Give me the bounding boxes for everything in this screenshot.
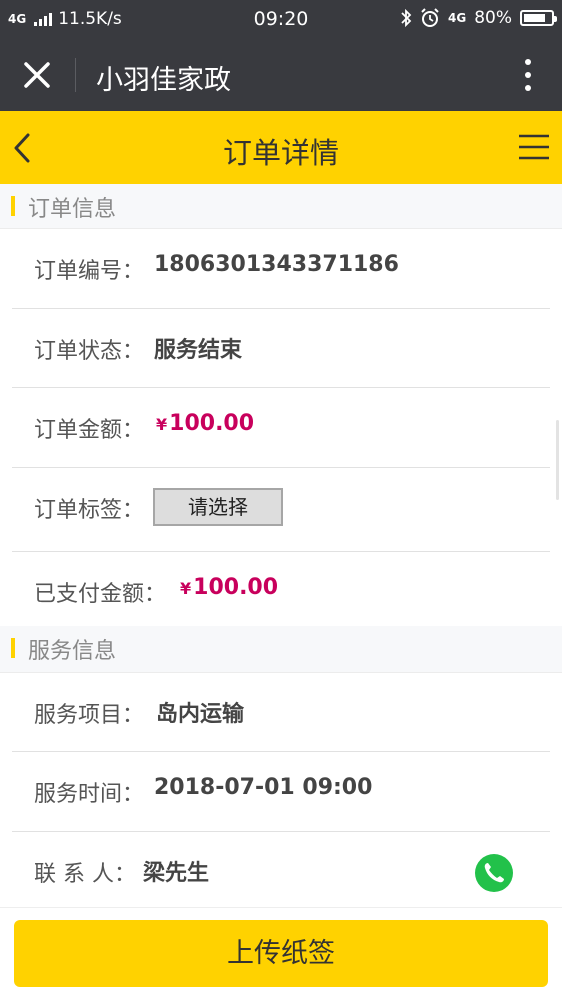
contact-row: 联 系 人： 梁先生 xyxy=(12,832,550,911)
battery-icon xyxy=(520,10,557,26)
paid-amount-value: ¥100.00 xyxy=(180,575,278,600)
service-time-label: 服务时间： xyxy=(34,782,145,807)
service-time-value: 2018-07-01 09:00 xyxy=(154,775,373,800)
upload-paper-signature-button[interactable]: 上传纸签 xyxy=(14,920,548,987)
order-status-row: 订单状态： 服务结束 xyxy=(12,309,550,388)
order-status-label: 订单状态： xyxy=(34,339,145,364)
order-number-row: 订单编号： 1806301343371186 xyxy=(12,229,550,309)
close-icon[interactable] xyxy=(18,56,56,94)
section-title: 服务信息 xyxy=(28,639,117,664)
phone-call-icon[interactable] xyxy=(475,854,513,892)
alarm-icon xyxy=(421,8,439,27)
page-title: 订单详情 xyxy=(222,136,339,170)
wechat-page-title: 小羽佳家政 xyxy=(96,65,231,96)
paid-amount-row: 已支付金额： ¥100.00 xyxy=(12,552,550,626)
service-time-row: 服务时间： 2018-07-01 09:00 xyxy=(12,752,550,832)
section-title: 订单信息 xyxy=(28,197,117,222)
service-info-section-header: 服务信息 xyxy=(0,626,562,673)
order-amount-value: ¥100.00 xyxy=(156,411,254,436)
currency-symbol: ¥ xyxy=(180,579,192,598)
order-amount-number: 100.00 xyxy=(169,411,255,436)
paid-amount-number: 100.00 xyxy=(193,575,279,600)
section-accent-bar xyxy=(11,638,15,658)
menu-icon[interactable] xyxy=(518,133,550,161)
order-info-section-header: 订单信息 xyxy=(0,184,562,229)
battery-percent: 80% xyxy=(474,8,512,28)
bottom-action-bar: 上传纸签 xyxy=(0,907,562,1001)
network-type-right: 4G xyxy=(448,11,467,25)
paid-amount-label: 已支付金额： xyxy=(34,582,167,607)
order-amount-row: 订单金额： ¥100.00 xyxy=(12,388,550,468)
order-details-content: 订单信息 订单编号： 1806301343371186 订单状态： 服务结束 订… xyxy=(0,184,562,911)
more-options-icon[interactable] xyxy=(524,58,532,92)
order-amount-label: 订单金额： xyxy=(34,418,145,443)
order-tag-label: 订单标签： xyxy=(34,498,145,523)
order-tag-select[interactable]: 请选择 xyxy=(153,488,283,526)
service-item-label: 服务项目： xyxy=(34,703,145,728)
order-number-value: 1806301343371186 xyxy=(154,252,399,277)
currency-symbol: ¥ xyxy=(156,415,168,434)
bluetooth-icon xyxy=(401,8,412,28)
section-accent-bar xyxy=(11,196,15,216)
order-number-label: 订单编号： xyxy=(34,259,145,284)
contact-label: 联 系 人： xyxy=(34,862,136,887)
contact-value: 梁先生 xyxy=(143,861,210,886)
order-status-value: 服务结束 xyxy=(154,338,243,363)
scrollbar[interactable] xyxy=(556,420,559,500)
wechat-title-bar: 小羽佳家政 xyxy=(0,38,562,111)
page-header: 订单详情 xyxy=(0,111,562,184)
title-divider xyxy=(75,58,76,92)
service-item-row: 服务项目： 岛内运输 xyxy=(12,673,550,752)
order-tag-row: 订单标签： 请选择 xyxy=(12,468,550,552)
service-item-value: 岛内运输 xyxy=(156,702,245,727)
status-bar: 4G 11.5K/s 09:20 4G 80% xyxy=(0,0,562,38)
